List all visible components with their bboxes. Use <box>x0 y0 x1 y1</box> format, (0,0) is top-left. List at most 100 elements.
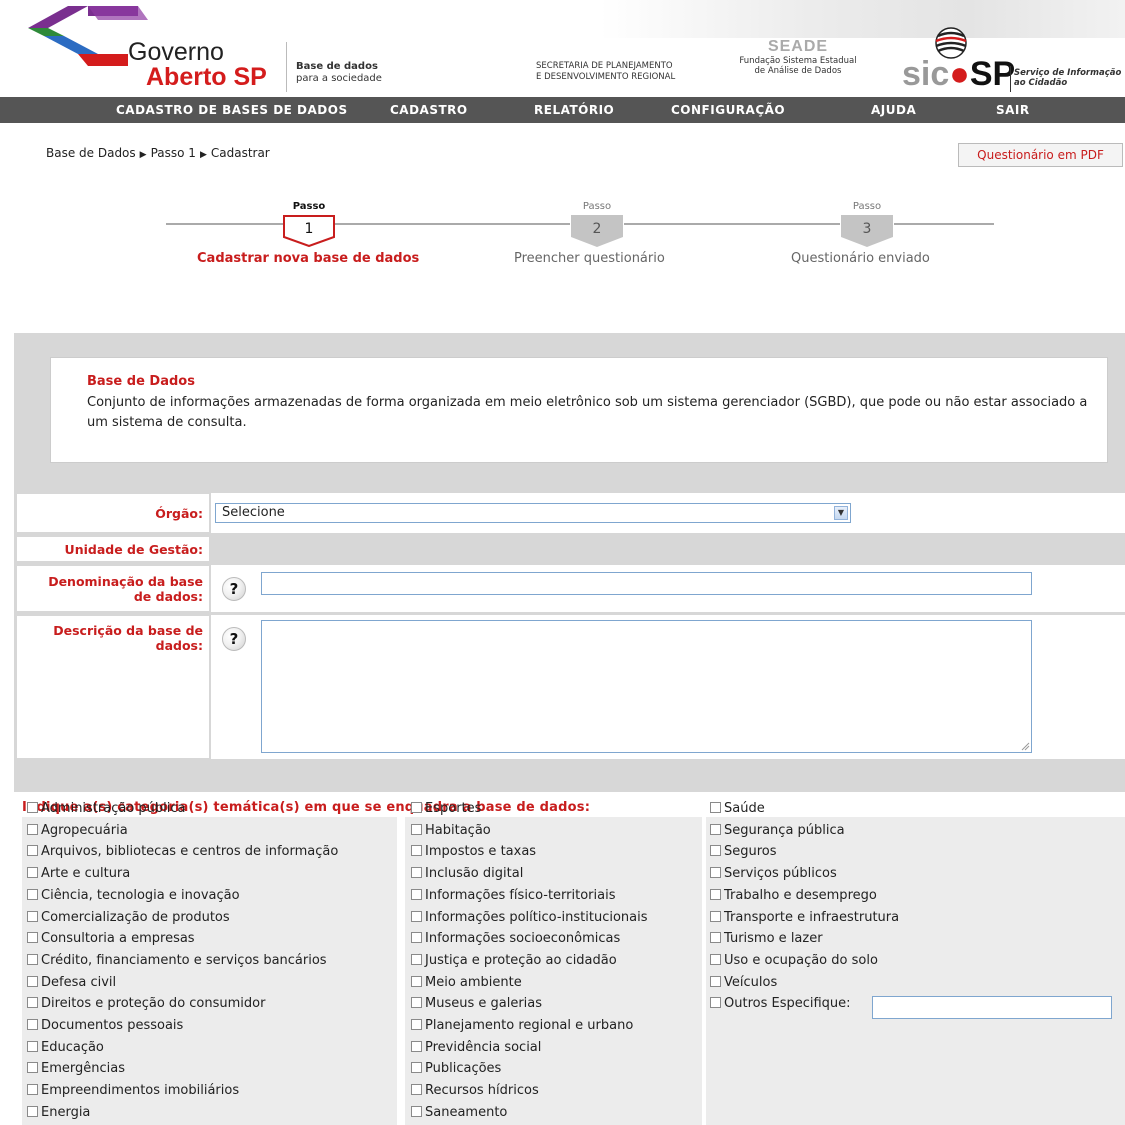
category-item[interactable]: Trabalho e desemprego <box>710 888 877 904</box>
category-checkbox[interactable] <box>27 932 38 943</box>
category-checkbox[interactable] <box>710 889 721 900</box>
category-item[interactable]: Uso e ocupação do solo <box>710 953 878 969</box>
category-item[interactable]: Planejamento regional e urbano <box>411 1018 633 1034</box>
breadcrumb-item[interactable]: Passo 1 <box>151 146 196 160</box>
category-checkbox[interactable] <box>27 802 38 813</box>
category-checkbox[interactable] <box>411 954 422 965</box>
category-item[interactable]: Meio ambiente <box>411 975 522 991</box>
category-item[interactable]: Comercialização de produtos <box>27 910 230 926</box>
category-item[interactable]: Outros Especifique: <box>710 996 851 1012</box>
category-checkbox[interactable] <box>710 976 721 987</box>
category-checkbox[interactable] <box>27 845 38 856</box>
category-checkbox[interactable] <box>27 1041 38 1052</box>
category-item[interactable]: Direitos e proteção do consumidor <box>27 996 265 1012</box>
category-checkbox[interactable] <box>411 1084 422 1095</box>
nav-cadastro-de-bases[interactable]: CADASTRO DE BASES DE DADOS <box>116 97 348 123</box>
category-checkbox[interactable] <box>710 867 721 878</box>
category-checkbox[interactable] <box>27 1062 38 1073</box>
pdf-questionnaire-button[interactable]: Questionário em PDF <box>958 143 1123 167</box>
category-checkbox[interactable] <box>411 802 422 813</box>
category-checkbox[interactable] <box>710 997 721 1008</box>
select-arrow-icon[interactable]: ▼ <box>834 506 848 520</box>
category-item[interactable]: Administração pública <box>27 801 186 817</box>
category-item[interactable]: Consultoria a empresas <box>27 931 195 947</box>
outros-especifique-input[interactable] <box>872 996 1112 1019</box>
category-item[interactable]: Seguros <box>710 844 777 860</box>
category-checkbox[interactable] <box>411 932 422 943</box>
category-item[interactable]: Arquivos, bibliotecas e centros de infor… <box>27 844 338 860</box>
nav-ajuda[interactable]: AJUDA <box>871 97 916 123</box>
category-item[interactable]: Previdência social <box>411 1040 541 1056</box>
category-item[interactable]: Segurança pública <box>710 823 845 839</box>
category-item[interactable]: Saúde <box>710 801 765 817</box>
category-item[interactable]: Empreendimentos imobiliários <box>27 1083 239 1099</box>
category-checkbox[interactable] <box>710 824 721 835</box>
category-item[interactable]: Esportes <box>411 801 481 817</box>
descricao-textarea[interactable] <box>261 620 1032 753</box>
category-item[interactable]: Saneamento <box>411 1105 507 1121</box>
denominacao-input[interactable] <box>261 572 1032 595</box>
category-item[interactable]: Publicações <box>411 1061 501 1077</box>
category-checkbox[interactable] <box>27 911 38 922</box>
category-checkbox[interactable] <box>27 976 38 987</box>
category-checkbox[interactable] <box>27 824 38 835</box>
category-item[interactable]: Museus e galerias <box>411 996 542 1012</box>
category-checkbox[interactable] <box>411 889 422 900</box>
category-checkbox[interactable] <box>710 911 721 922</box>
help-icon[interactable]: ? <box>222 627 246 651</box>
category-checkbox[interactable] <box>411 1041 422 1052</box>
category-checkbox[interactable] <box>411 824 422 835</box>
category-checkbox[interactable] <box>411 1062 422 1073</box>
category-item[interactable]: Habitação <box>411 823 491 839</box>
category-item[interactable]: Emergências <box>27 1061 125 1077</box>
category-checkbox[interactable] <box>411 911 422 922</box>
category-item[interactable]: Ciência, tecnologia e inovação <box>27 888 240 904</box>
breadcrumb-item[interactable]: Base de Dados <box>46 146 136 160</box>
category-item[interactable]: Documentos pessoais <box>27 1018 183 1034</box>
category-checkbox[interactable] <box>411 1019 422 1030</box>
category-checkbox[interactable] <box>710 845 721 856</box>
category-checkbox[interactable] <box>27 867 38 878</box>
governo-aberto-logo[interactable]: Governo Aberto SP <box>28 6 278 92</box>
category-item[interactable]: Veículos <box>710 975 777 991</box>
category-item[interactable]: Inclusão digital <box>411 866 523 882</box>
category-checkbox[interactable] <box>411 997 422 1008</box>
category-item[interactable]: Serviços públicos <box>710 866 837 882</box>
category-checkbox[interactable] <box>27 997 38 1008</box>
help-icon[interactable]: ? <box>222 577 246 601</box>
nav-relatorio[interactable]: RELATÓRIO <box>534 97 614 123</box>
sic-sp-logo[interactable]: sic●SP Serviço de Informação ao Cidadão <box>898 26 1125 96</box>
category-item[interactable]: Arte e cultura <box>27 866 130 882</box>
resize-handle-icon[interactable] <box>1020 741 1030 751</box>
category-item[interactable]: Agropecuária <box>27 823 128 839</box>
nav-configuracao[interactable]: CONFIGURAÇÃO <box>671 97 785 123</box>
category-item[interactable]: Impostos e taxas <box>411 844 536 860</box>
category-item[interactable]: Turismo e lazer <box>710 931 823 947</box>
seade-logo[interactable]: SEADE Fundação Sistema Estadual de Análi… <box>718 38 878 76</box>
category-checkbox[interactable] <box>411 1106 422 1117</box>
category-item[interactable]: Defesa civil <box>27 975 116 991</box>
category-checkbox[interactable] <box>411 867 422 878</box>
orgao-select[interactable]: Selecione ▼ <box>215 503 851 523</box>
category-checkbox[interactable] <box>710 802 721 813</box>
category-checkbox[interactable] <box>710 954 721 965</box>
category-checkbox[interactable] <box>710 932 721 943</box>
category-item[interactable]: Informações físico-territoriais <box>411 888 616 904</box>
category-checkbox[interactable] <box>411 845 422 856</box>
category-item[interactable]: Informações socioeconômicas <box>411 931 620 947</box>
category-checkbox[interactable] <box>27 1084 38 1095</box>
category-item[interactable]: Transporte e infraestrutura <box>710 910 899 926</box>
nav-cadastro[interactable]: CADASTRO <box>390 97 468 123</box>
category-checkbox[interactable] <box>27 889 38 900</box>
category-item[interactable]: Informações político-institucionais <box>411 910 648 926</box>
category-item[interactable]: Recursos hídricos <box>411 1083 539 1099</box>
category-checkbox[interactable] <box>27 954 38 965</box>
category-item[interactable]: Justiça e proteção ao cidadão <box>411 953 617 969</box>
category-checkbox[interactable] <box>411 976 422 987</box>
category-item[interactable]: Educação <box>27 1040 104 1056</box>
category-checkbox[interactable] <box>27 1106 38 1117</box>
category-item[interactable]: Crédito, financiamento e serviços bancár… <box>27 953 327 969</box>
nav-sair[interactable]: SAIR <box>996 97 1030 123</box>
category-item[interactable]: Energia <box>27 1105 90 1121</box>
category-checkbox[interactable] <box>27 1019 38 1030</box>
